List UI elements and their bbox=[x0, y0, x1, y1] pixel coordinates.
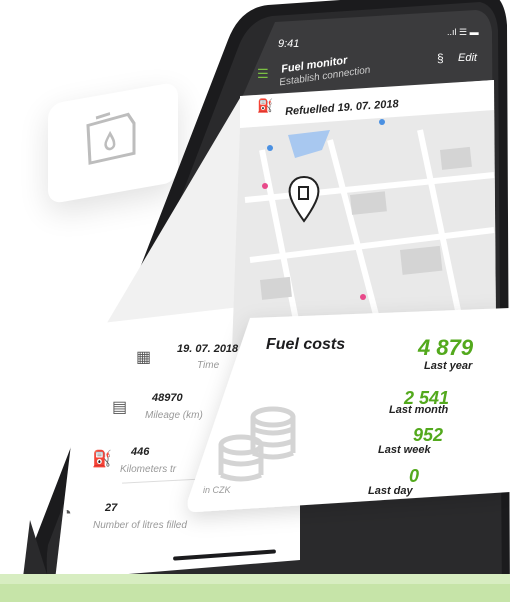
fuel-costs-title: Fuel costs bbox=[266, 336, 346, 353]
currency-note: in CZK bbox=[203, 485, 231, 495]
bottom-band bbox=[0, 574, 510, 602]
cost-day-label: Last day bbox=[368, 485, 413, 497]
cost-month-label: Last month bbox=[389, 404, 449, 416]
cost-year-label: Last year bbox=[424, 360, 473, 372]
coins-icon bbox=[218, 406, 296, 482]
cost-day-value: 0 bbox=[409, 466, 420, 486]
stage: ⛽ Refuelled 19. 07. 2018 9:41 ..ıl ☰ ▬ ☰… bbox=[0, 0, 510, 602]
cost-week-value: 952 bbox=[413, 425, 444, 445]
cost-week-label: Last week bbox=[378, 444, 431, 456]
cost-year-value: 4 879 bbox=[418, 335, 474, 360]
fuel-cost-card bbox=[187, 308, 510, 512]
